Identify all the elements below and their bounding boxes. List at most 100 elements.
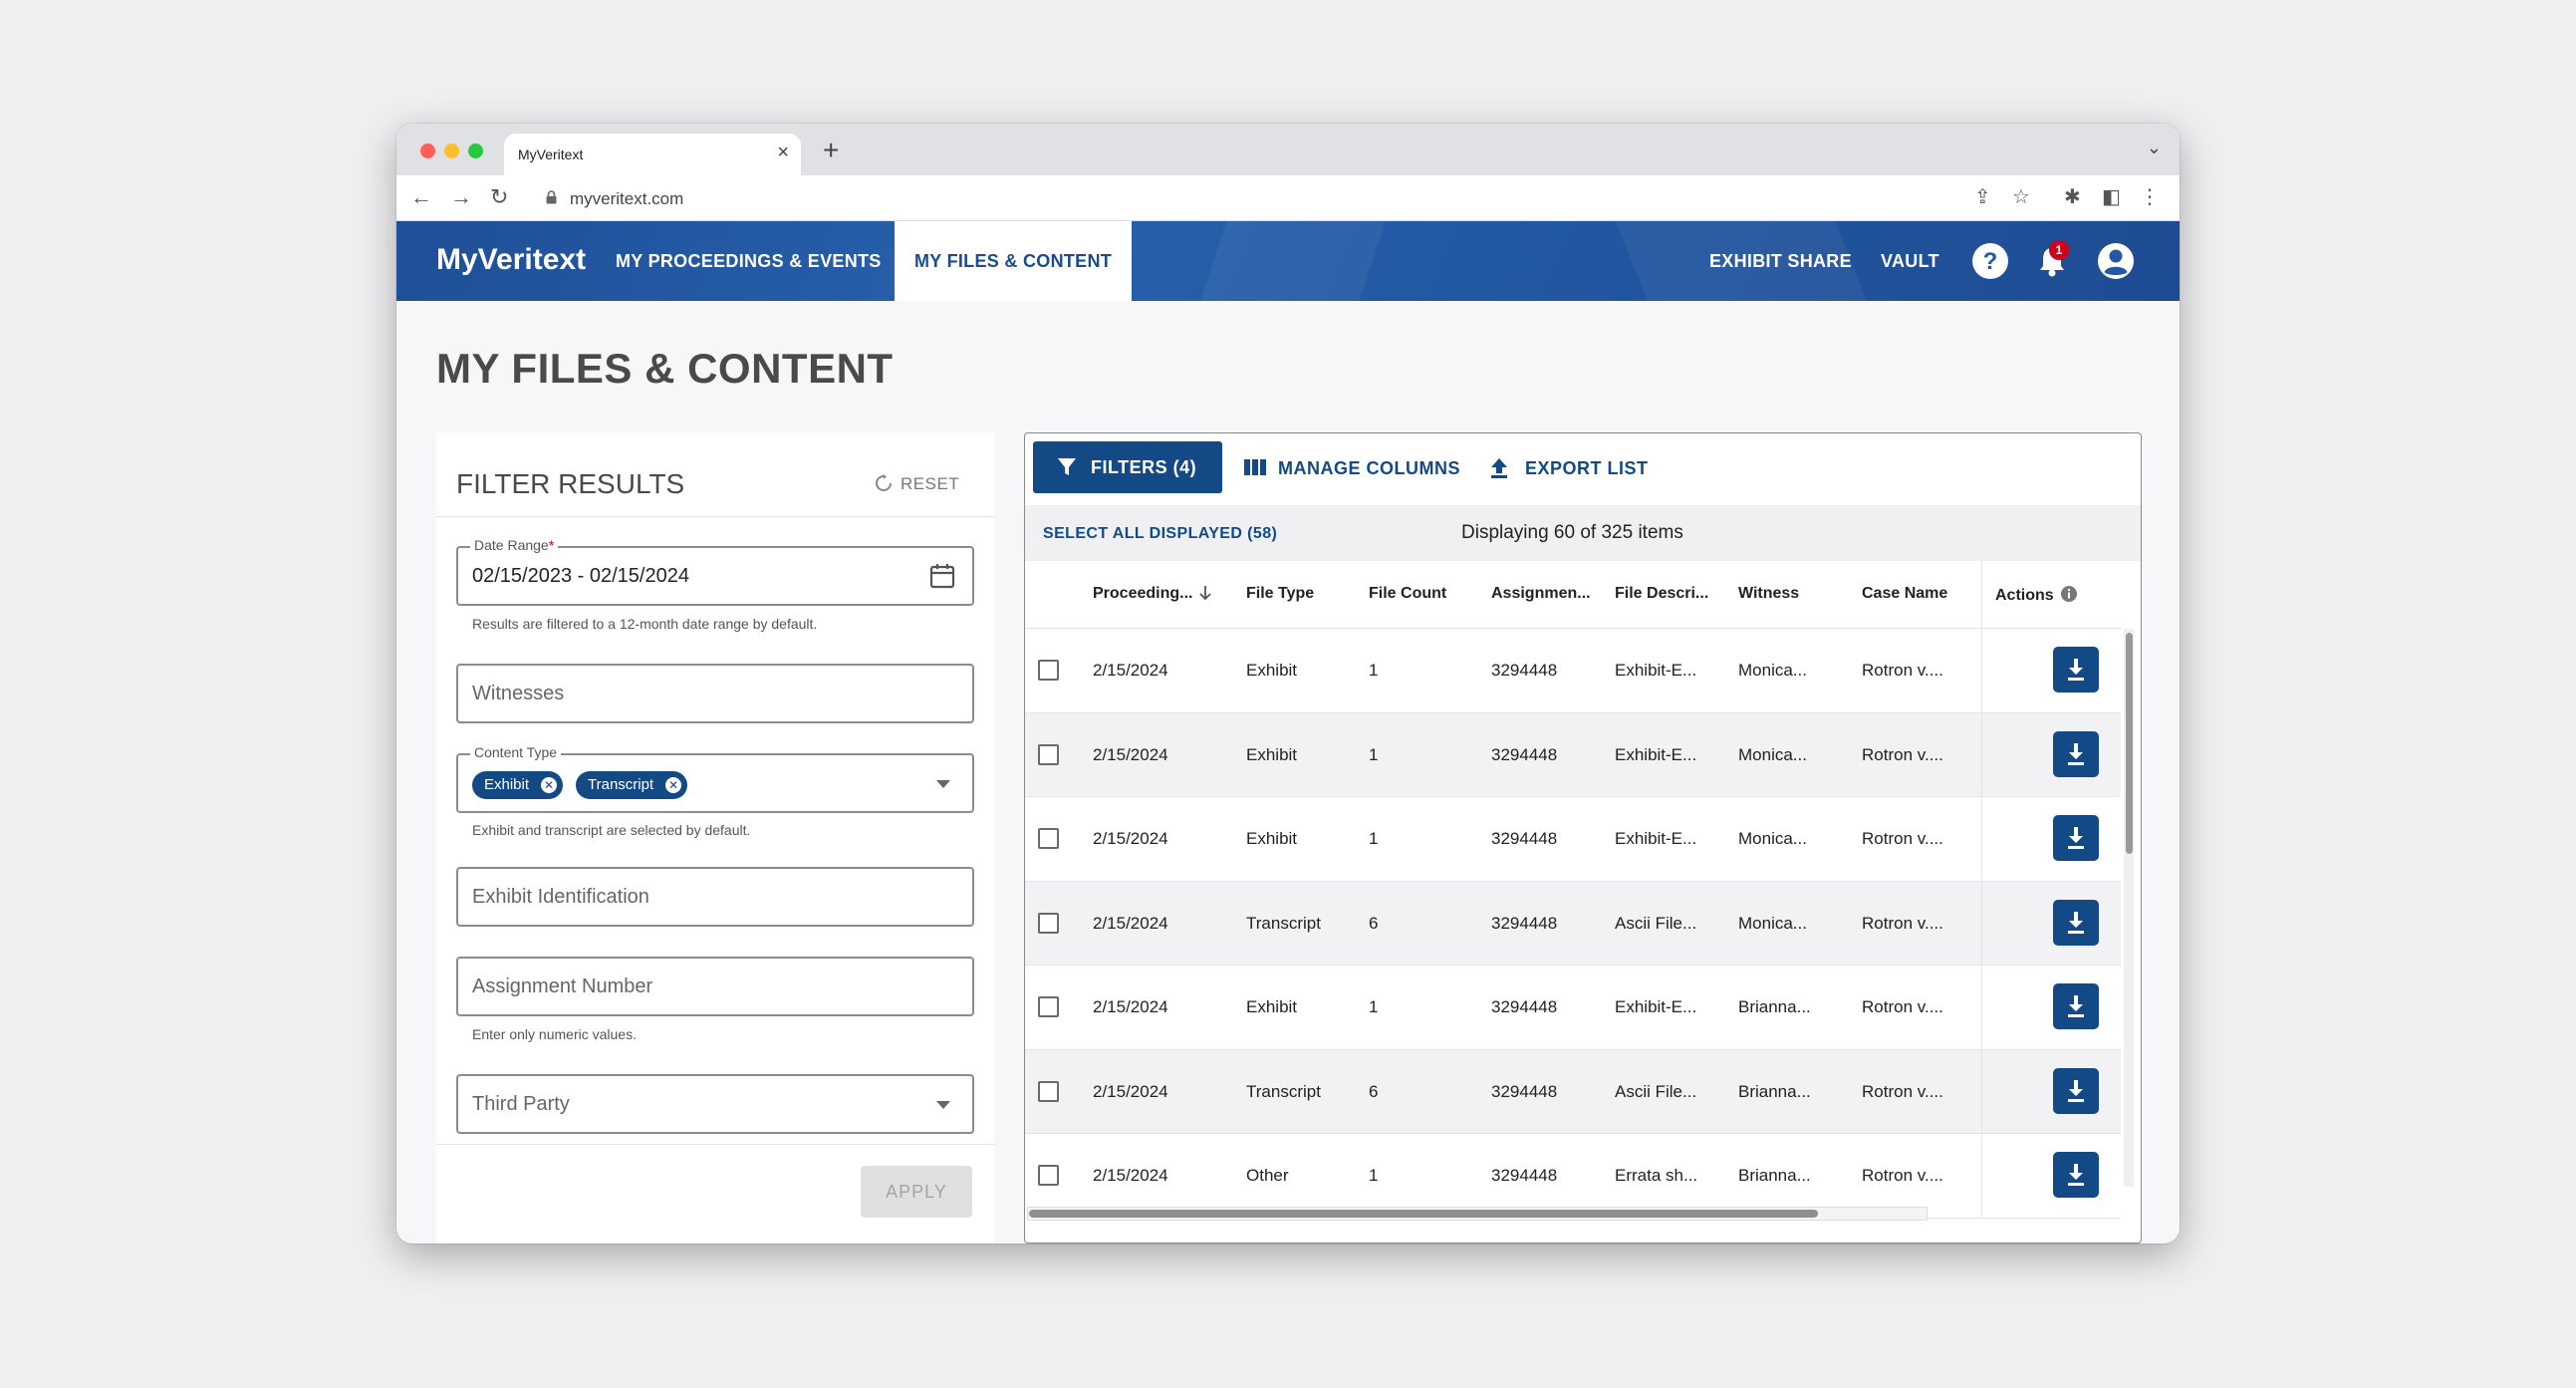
- cell-file-type: Exhibit: [1246, 997, 1298, 1016]
- select-all-displayed-link[interactable]: SELECT ALL DISPLAYED (58): [1043, 525, 1277, 543]
- row-checkbox[interactable]: [1038, 743, 1059, 765]
- forward-arrow-icon[interactable]: →: [450, 184, 472, 210]
- date-range-field[interactable]: Date Range* 02/15/2023 - 02/15/2024: [456, 537, 974, 606]
- horizontal-scrollbar-thumb[interactable]: [1029, 1210, 1818, 1218]
- cell-file-description: Exhibit-E...: [1615, 997, 1697, 1016]
- share-icon[interactable]: ⇪: [1974, 185, 1991, 209]
- browser-tab[interactable]: MyVeritext ×: [504, 134, 801, 175]
- row-checkbox[interactable]: [1038, 828, 1059, 849]
- table-row[interactable]: 2/15/2024 Exhibit 1 3294448 Exhibit-E... Moni…: [1025, 629, 2121, 713]
- download-button[interactable]: [2053, 899, 2099, 946]
- brand-logo[interactable]: MyVeritext: [436, 243, 586, 277]
- table-row[interactable]: 2/15/2024 Exhibit 1 3294448 Exhibit-E... Bria…: [1025, 966, 2121, 1050]
- side-panel-icon[interactable]: ◧: [2102, 185, 2121, 209]
- download-icon: [2068, 1079, 2084, 1102]
- table-row[interactable]: 2/15/2024 Exhibit 1 3294448 Exhibit-E... Moni…: [1025, 797, 2121, 882]
- calendar-icon[interactable]: [928, 562, 956, 590]
- reload-icon[interactable]: ↻: [490, 184, 508, 210]
- cell-case-name: Rotron v....: [1862, 997, 1943, 1016]
- row-checkbox[interactable]: [1038, 996, 1059, 1017]
- third-party-placeholder: Third Party: [472, 1093, 570, 1115]
- cell-file-description: Exhibit-E...: [1615, 744, 1697, 764]
- table-row[interactable]: 2/15/2024 Transcript 6 3294448 Ascii File...…: [1025, 1049, 2121, 1134]
- col-actions: Actions: [1995, 585, 2078, 605]
- row-checkbox[interactable]: [1038, 660, 1059, 681]
- col-case-name[interactable]: Case Name: [1862, 585, 1947, 603]
- table-row[interactable]: 2/15/2024 Transcript 6 3294448 Ascii File...…: [1025, 881, 2121, 966]
- browser-menu-icon[interactable]: ⋮: [2140, 185, 2160, 209]
- new-tab-button[interactable]: +: [823, 137, 839, 164]
- nav-my-proceedings[interactable]: MY PROCEEDINGS & EVENTS: [616, 251, 882, 272]
- download-button[interactable]: [2053, 1152, 2099, 1198]
- sort-arrow-down-icon[interactable]: [1198, 585, 1212, 601]
- table-row[interactable]: 2/15/2024 Exhibit 1 3294448 Exhibit-E... Moni…: [1025, 712, 2121, 797]
- chip-exhibit[interactable]: Exhibit ✕: [472, 771, 564, 799]
- witnesses-field[interactable]: Witnesses: [456, 664, 974, 723]
- exhibit-identification-placeholder: Exhibit Identification: [472, 886, 649, 908]
- cell-assignment: 3294448: [1491, 744, 1558, 764]
- tab-close-icon[interactable]: ×: [777, 142, 789, 162]
- dropdown-caret-icon[interactable]: [936, 780, 950, 788]
- apply-button[interactable]: APPLY: [861, 1166, 972, 1218]
- extensions-puzzle-icon[interactable]: ✱: [2064, 185, 2081, 209]
- download-button[interactable]: [2053, 730, 2099, 777]
- cell-witness: Monica...: [1738, 829, 1807, 848]
- table-row[interactable]: 2/15/2024 Other 1 3294448 Errata sh... Briann…: [1025, 1134, 2121, 1219]
- export-list-button[interactable]: EXPORT LIST: [1525, 458, 1649, 479]
- cell-file-type: Other: [1246, 1166, 1289, 1185]
- cell-witness: Brianna...: [1738, 1081, 1811, 1101]
- account-icon[interactable]: [2096, 241, 2136, 281]
- content-type-select[interactable]: Content Type Exhibit ✕ Transcript ✕: [456, 744, 974, 813]
- close-window-button[interactable]: [420, 143, 435, 158]
- cell-file-description: Ascii File...: [1615, 913, 1697, 933]
- nav-my-files-active[interactable]: MY FILES & CONTENT: [895, 221, 1133, 301]
- chip-remove-icon[interactable]: ✕: [665, 777, 682, 793]
- col-file-description[interactable]: File Descri...: [1615, 585, 1708, 603]
- manage-columns-button[interactable]: MANAGE COLUMNS: [1278, 458, 1460, 479]
- col-file-count[interactable]: File Count: [1369, 585, 1446, 603]
- maximize-window-button[interactable]: [468, 143, 483, 158]
- download-button[interactable]: [2053, 815, 2099, 861]
- col-witness[interactable]: Witness: [1738, 585, 1799, 603]
- row-checkbox[interactable]: [1038, 912, 1059, 934]
- col-file-type[interactable]: File Type: [1246, 585, 1314, 603]
- col-proceeding-date[interactable]: Proceeding...: [1093, 585, 1212, 603]
- cell-proceeding-date: 2/15/2024: [1093, 744, 1168, 764]
- nav-exhibit-share[interactable]: EXHIBIT SHARE: [1709, 251, 1852, 272]
- cell-file-count: 1: [1369, 829, 1379, 848]
- assignment-number-help: Enter only numeric values.: [472, 1026, 637, 1042]
- cell-file-count: 1: [1369, 661, 1379, 680]
- tab-search-chevron-icon[interactable]: ⌄: [2147, 138, 2162, 158]
- reset-icon: [876, 474, 892, 491]
- help-icon[interactable]: ?: [1970, 241, 2010, 281]
- columns-icon[interactable]: [1244, 457, 1266, 477]
- info-icon[interactable]: [2060, 585, 2078, 603]
- row-checkbox[interactable]: [1038, 1080, 1059, 1102]
- notification-badge: 1: [2049, 240, 2069, 260]
- vertical-scrollbar-thumb[interactable]: [2126, 633, 2133, 854]
- third-party-select[interactable]: Third Party: [456, 1074, 974, 1134]
- cell-file-count: 1: [1369, 1166, 1379, 1185]
- reset-button[interactable]: RESET: [875, 474, 959, 494]
- exhibit-identification-field[interactable]: Exhibit Identification: [456, 867, 974, 927]
- download-button[interactable]: [2053, 983, 2099, 1029]
- dropdown-caret-icon[interactable]: [936, 1101, 950, 1109]
- download-button[interactable]: [2053, 647, 2099, 693]
- address-bar[interactable]: myveritext.com: [532, 181, 1927, 215]
- download-button[interactable]: [2053, 1067, 2099, 1114]
- filters-button[interactable]: FILTERS (4): [1033, 441, 1222, 493]
- cell-witness: Brianna...: [1738, 1166, 1811, 1185]
- cell-case-name: Rotron v....: [1862, 661, 1943, 680]
- svg-text:?: ?: [1983, 248, 1998, 275]
- minimize-window-button[interactable]: [444, 143, 459, 158]
- nav-vault[interactable]: VAULT: [1881, 251, 1939, 272]
- back-arrow-icon[interactable]: ←: [410, 184, 432, 210]
- cell-proceeding-date: 2/15/2024: [1093, 997, 1168, 1016]
- row-checkbox[interactable]: [1038, 1165, 1059, 1186]
- bookmark-star-icon[interactable]: ☆: [2012, 185, 2030, 209]
- upload-icon[interactable]: [1489, 457, 1509, 479]
- chip-remove-icon[interactable]: ✕: [541, 777, 558, 793]
- assignment-number-field[interactable]: Assignment Number: [456, 957, 974, 1016]
- col-assignment[interactable]: Assignmen...: [1491, 585, 1591, 603]
- chip-transcript[interactable]: Transcript ✕: [576, 771, 688, 799]
